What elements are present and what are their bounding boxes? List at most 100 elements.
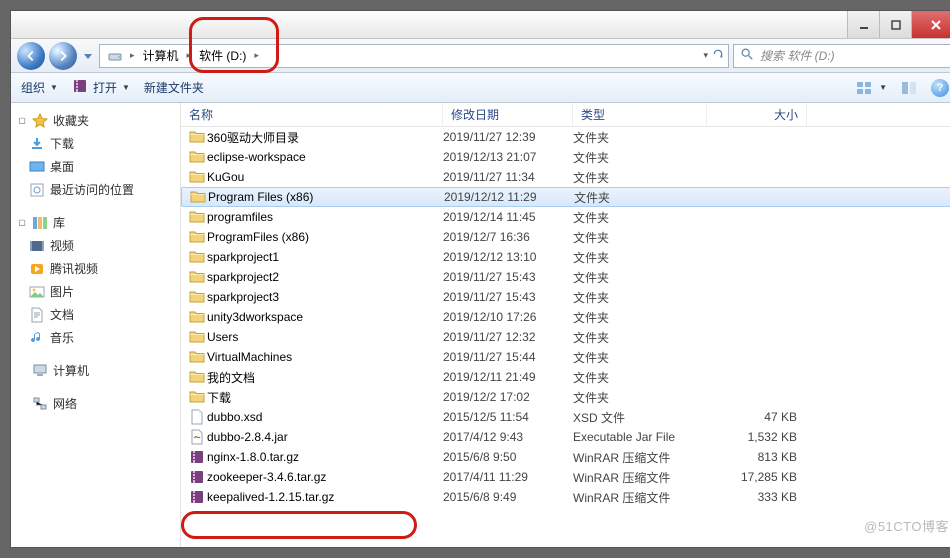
file-date: 2015/12/5 11:54 bbox=[443, 410, 573, 424]
breadcrumb-computer[interactable]: 计算机 bbox=[139, 45, 183, 66]
file-type: 文件夹 bbox=[573, 289, 707, 306]
file-row[interactable]: KuGou2019/11/27 11:34文件夹 bbox=[181, 167, 950, 187]
folder-icon bbox=[189, 209, 207, 225]
file-name: unity3dworkspace bbox=[207, 310, 443, 324]
folder-icon bbox=[189, 309, 207, 325]
col-type[interactable]: 类型 bbox=[573, 103, 707, 126]
file-date: 2019/11/27 15:43 bbox=[443, 290, 573, 304]
sidebar-recent[interactable]: 最近访问的位置 bbox=[15, 178, 176, 201]
file-name: sparkproject3 bbox=[207, 290, 443, 304]
file-row[interactable]: dubbo.xsd2015/12/5 11:54XSD 文件47 KB bbox=[181, 407, 950, 427]
file-date: 2019/12/13 21:07 bbox=[443, 150, 573, 164]
close-button[interactable] bbox=[911, 11, 950, 38]
col-date[interactable]: 修改日期 bbox=[443, 103, 573, 126]
minimize-button[interactable] bbox=[847, 11, 879, 38]
file-type: 文件夹 bbox=[573, 389, 707, 406]
library-icon bbox=[32, 215, 48, 231]
sidebar-computer[interactable]: ▸计算机 bbox=[15, 359, 176, 382]
search-input[interactable]: 搜索 软件 (D:) bbox=[733, 44, 950, 68]
sidebar-downloads[interactable]: 下载 bbox=[15, 132, 176, 155]
file-row[interactable]: eclipse-workspace2019/12/13 21:07文件夹 bbox=[181, 147, 950, 167]
file-row[interactable]: 下载2019/12/2 17:02文件夹 bbox=[181, 387, 950, 407]
file-row[interactable]: ProgramFiles (x86)2019/12/7 16:36文件夹 bbox=[181, 227, 950, 247]
breadcrumb-root-dropdown[interactable]: ▸ bbox=[126, 48, 139, 63]
forward-button[interactable] bbox=[49, 42, 77, 70]
breadcrumb-drive-dropdown[interactable]: ▸ bbox=[250, 48, 263, 63]
file-type: WinRAR 压缩文件 bbox=[573, 449, 707, 466]
file-name: keepalived-1.2.15.tar.gz bbox=[207, 490, 443, 504]
folder-icon bbox=[189, 249, 207, 265]
file-row[interactable]: 360驱动大师目录2019/11/27 12:39文件夹 bbox=[181, 127, 950, 147]
file-row[interactable]: VirtualMachines2019/11/27 15:44文件夹 bbox=[181, 347, 950, 367]
file-type: 文件夹 bbox=[573, 169, 707, 186]
picture-icon bbox=[29, 284, 45, 300]
new-folder-button[interactable]: 新建文件夹 bbox=[144, 79, 204, 96]
view-mode-button[interactable]: ▼ bbox=[856, 80, 887, 96]
preview-pane-button[interactable] bbox=[901, 80, 917, 96]
file-type: 文件夹 bbox=[573, 329, 707, 346]
folder-icon bbox=[189, 149, 207, 165]
maximize-button[interactable] bbox=[879, 11, 911, 38]
address-bar[interactable]: ▸ 计算机 ▸ 软件 (D:) ▸ ▾ bbox=[99, 44, 729, 68]
file-name: sparkproject1 bbox=[207, 250, 443, 264]
address-history-dropdown[interactable]: ▾ bbox=[703, 50, 708, 61]
folder-icon bbox=[189, 269, 207, 285]
file-row[interactable]: Program Files (x86)2019/12/12 11:29文件夹 bbox=[181, 187, 950, 207]
titlebar bbox=[11, 11, 950, 39]
file-date: 2019/11/27 15:44 bbox=[443, 350, 573, 364]
file-date: 2017/4/12 9:43 bbox=[443, 430, 573, 444]
back-button[interactable] bbox=[17, 42, 45, 70]
column-headers: 名称 修改日期 类型 大小 bbox=[181, 103, 950, 127]
file-type: 文件夹 bbox=[573, 209, 707, 226]
file-row[interactable]: sparkproject22019/11/27 15:43文件夹 bbox=[181, 267, 950, 287]
col-name[interactable]: 名称 bbox=[181, 103, 443, 126]
refresh-icon[interactable] bbox=[712, 48, 724, 63]
sidebar-music[interactable]: 音乐 bbox=[15, 326, 176, 349]
breadcrumb-computer-dropdown[interactable]: ▸ bbox=[183, 48, 196, 63]
sidebar-pictures[interactable]: 图片 bbox=[15, 280, 176, 303]
file-type: 文件夹 bbox=[573, 149, 707, 166]
file-row[interactable]: dubbo-2.8.4.jar2017/4/12 9:43Executable … bbox=[181, 427, 950, 447]
sidebar-documents[interactable]: 文档 bbox=[15, 303, 176, 326]
help-button[interactable]: ? bbox=[931, 79, 949, 97]
sidebar: ▢收藏夹 下载 桌面 最近访问的位置 ▢库 视频 腾讯视频 图片 文档 音乐 ▸… bbox=[11, 103, 181, 547]
file-size: 333 KB bbox=[707, 490, 807, 504]
sidebar-desktop[interactable]: 桌面 bbox=[15, 155, 176, 178]
sidebar-videos[interactable]: 视频 bbox=[15, 234, 176, 257]
file-row[interactable]: programfiles2019/12/14 11:45文件夹 bbox=[181, 207, 950, 227]
file-name: zookeeper-3.4.6.tar.gz bbox=[207, 470, 443, 484]
file-row[interactable]: keepalived-1.2.15.tar.gz2015/6/8 9:49Win… bbox=[181, 487, 950, 507]
file-row[interactable]: sparkproject32019/11/27 15:43文件夹 bbox=[181, 287, 950, 307]
file-date: 2019/12/7 16:36 bbox=[443, 230, 573, 244]
organize-button[interactable]: 组织▼ bbox=[21, 79, 58, 96]
jar-icon bbox=[189, 429, 207, 445]
file-row[interactable]: nginx-1.8.0.tar.gz2015/6/8 9:50WinRAR 压缩… bbox=[181, 447, 950, 467]
col-size[interactable]: 大小 bbox=[707, 103, 807, 126]
file-icon bbox=[189, 409, 207, 425]
file-list[interactable]: 360驱动大师目录2019/11/27 12:39文件夹eclipse-work… bbox=[181, 127, 950, 547]
folder-icon bbox=[189, 349, 207, 365]
music-icon bbox=[29, 330, 45, 346]
file-row[interactable]: zookeeper-3.4.6.tar.gz2017/4/11 11:29Win… bbox=[181, 467, 950, 487]
file-date: 2019/11/27 15:43 bbox=[443, 270, 573, 284]
file-type: Executable Jar File bbox=[573, 430, 707, 444]
sidebar-tencent-video[interactable]: 腾讯视频 bbox=[15, 257, 176, 280]
breadcrumb-drive[interactable]: 软件 (D:) bbox=[195, 45, 250, 66]
nav-bar: ▸ 计算机 ▸ 软件 (D:) ▸ ▾ 搜索 软件 (D:) bbox=[11, 39, 950, 73]
file-row[interactable]: Users2019/11/27 12:32文件夹 bbox=[181, 327, 950, 347]
sidebar-favorites[interactable]: ▢收藏夹 bbox=[15, 109, 176, 132]
history-dropdown[interactable] bbox=[81, 51, 95, 61]
file-row[interactable]: 我的文档2019/12/11 21:49文件夹 bbox=[181, 367, 950, 387]
file-size: 1,532 KB bbox=[707, 430, 807, 444]
sidebar-network[interactable]: ▸网络 bbox=[15, 392, 176, 415]
folder-icon bbox=[189, 229, 207, 245]
download-icon bbox=[29, 136, 45, 152]
sidebar-libraries[interactable]: ▢库 bbox=[15, 211, 176, 234]
search-placeholder: 搜索 软件 (D:) bbox=[760, 47, 835, 64]
rar-icon bbox=[72, 78, 88, 97]
rar-icon bbox=[189, 489, 207, 505]
file-name: 下载 bbox=[207, 389, 443, 406]
open-button[interactable]: 打开▼ bbox=[72, 78, 130, 97]
file-row[interactable]: sparkproject12019/12/12 13:10文件夹 bbox=[181, 247, 950, 267]
file-row[interactable]: unity3dworkspace2019/12/10 17:26文件夹 bbox=[181, 307, 950, 327]
